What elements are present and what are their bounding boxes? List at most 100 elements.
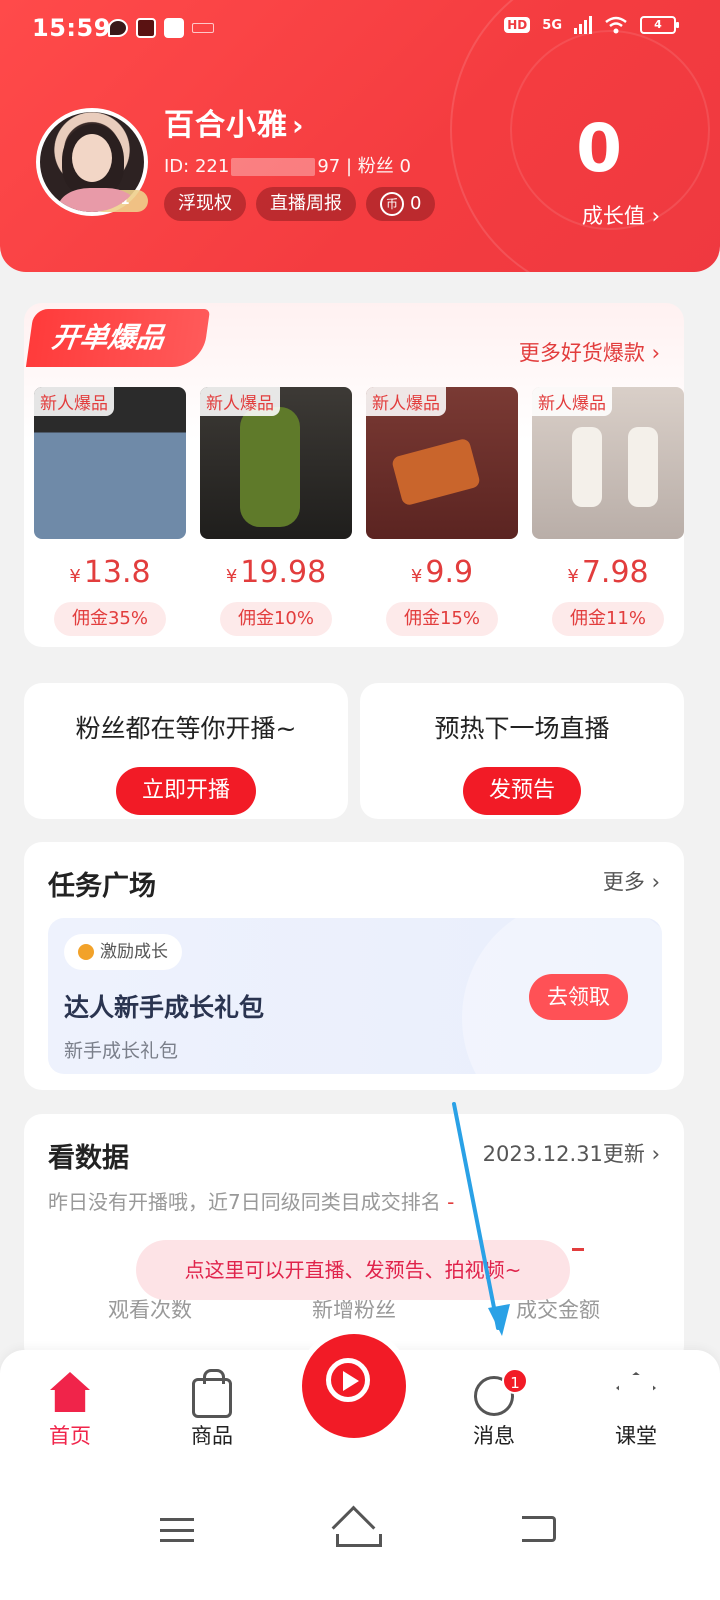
task-more-label: 更多: [602, 870, 645, 894]
nav-messages[interactable]: 消息: [444, 1372, 544, 1450]
claim-button[interactable]: 去领取: [529, 974, 628, 1020]
task-category-pill: 激励成长: [64, 934, 182, 970]
chevron-right-icon: ›: [644, 870, 660, 894]
hot-products-card: 开单爆品 更多好货爆款 › 新人爆品 ¥13.8 佣金35% 新人爆品 ¥19.…: [24, 303, 684, 647]
data-subtitle: 昨日没有开播哦，近7日同级同类目成交排名 -: [48, 1186, 454, 1215]
product-badge: 新人爆品: [200, 387, 280, 416]
product-image: 新人爆品: [366, 387, 518, 539]
publish-preview-button[interactable]: 发预告: [462, 767, 581, 815]
tag-float-right[interactable]: 浮现权: [164, 187, 246, 221]
status-bar: 15:59 HD 5G 4: [0, 0, 720, 60]
notification-icons: [108, 18, 214, 38]
profile-tags: 浮现权 直播周报 币0: [164, 187, 436, 221]
avatar[interactable]: [36, 108, 148, 216]
product-item[interactable]: 新人爆品 ¥13.8 佣金35%: [34, 387, 186, 636]
product-badge: 新人爆品: [366, 387, 446, 416]
product-price: ¥19.98: [200, 555, 352, 590]
back-icon[interactable]: [522, 1516, 556, 1542]
profile-id-prefix: ID: 221: [164, 156, 230, 177]
medal-icon: [78, 944, 94, 960]
product-item[interactable]: 新人爆品 ¥7.98 佣金11%: [532, 387, 684, 636]
preview-tile: 预热下一场直播 发预告: [360, 683, 684, 819]
task-item[interactable]: 激励成长 达人新手成长礼包 新手成长礼包 去领取: [48, 918, 662, 1074]
growth-label: 成长值: [581, 204, 645, 228]
product-image: 新人爆品: [532, 387, 684, 539]
nav-home[interactable]: 首页: [20, 1372, 120, 1450]
preview-text: 预热下一场直播: [434, 714, 610, 743]
nav-messages-label: 消息: [473, 1424, 515, 1448]
product-badge: 新人爆品: [532, 387, 612, 416]
currency-symbol: ¥: [567, 566, 579, 587]
product-item[interactable]: 新人爆品 ¥19.98 佣金10%: [200, 387, 352, 636]
status-time: 15:59: [32, 14, 111, 42]
more-products-link[interactable]: 更多好货爆款 ›: [519, 337, 660, 367]
nav-products-label: 商品: [191, 1424, 233, 1448]
coin-tag[interactable]: 币0: [366, 187, 436, 221]
data-card: 看数据 2023.12.31更新 › 昨日没有开播哦，近7日同级同类目成交排名 …: [24, 1114, 684, 1364]
profile-id-suffix: 97 | 粉丝 0: [317, 156, 411, 177]
chevron-right-icon: ›: [644, 204, 660, 228]
arrow-annotation-icon: [452, 1102, 510, 1336]
system-status-icons: HD 5G 4: [504, 16, 679, 34]
avatar-shirt: [58, 188, 138, 212]
coin-value: 0: [410, 193, 422, 214]
profile-header: 15:59 HD 5G 4 V1 百合小雅› ID: 22197 | 粉丝 0 …: [0, 0, 720, 272]
play-triangle-icon: [343, 1371, 359, 1391]
signal-icon: [574, 16, 592, 34]
battery-icon: 4: [640, 16, 679, 34]
app-notification-icon: [164, 18, 184, 38]
product-price: ¥7.98: [532, 555, 684, 590]
product-item[interactable]: 新人爆品 ¥9.9 佣金15%: [366, 387, 518, 636]
profile-name[interactable]: 百合小雅 ›: [164, 100, 305, 144]
nav-products[interactable]: 商品: [162, 1369, 262, 1450]
coin-icon: 币: [380, 192, 404, 216]
start-live-text: 粉丝都在等你开播~: [75, 714, 297, 743]
task-more-link[interactable]: 更多 ›: [603, 866, 660, 896]
more-products-label: 更多好货爆款: [518, 341, 645, 365]
chat-notification-icon: [108, 19, 128, 37]
shopping-bag-icon: [192, 1369, 232, 1418]
signal-label: 5G: [542, 17, 562, 33]
growth-link[interactable]: 成长值 ›: [582, 200, 660, 230]
currency-symbol: ¥: [410, 566, 423, 587]
product-price: ¥13.8: [34, 555, 186, 590]
commission-badge: 佣金10%: [220, 602, 332, 636]
commission-badge: 佣金35%: [54, 602, 166, 636]
message-count-badge: 1: [502, 1368, 528, 1394]
graduation-cap-icon: [616, 1372, 656, 1404]
nav-classroom[interactable]: 课堂: [586, 1372, 686, 1450]
mail-notification-icon: [136, 18, 156, 38]
price-value: 13.8: [83, 555, 151, 590]
task-square-card: 任务广场 更多 › 激励成长 达人新手成长礼包 新手成长礼包 去领取: [24, 842, 684, 1090]
commission-badge: 佣金11%: [552, 602, 664, 636]
app-notification-icon: [192, 23, 214, 33]
live-center-button[interactable]: [296, 1328, 412, 1444]
metric-value-dash: [572, 1248, 584, 1251]
start-live-button[interactable]: 立即开播: [115, 767, 256, 815]
hot-products-title: 开单爆品: [25, 309, 211, 367]
home-icon: [50, 1372, 90, 1412]
nav-classroom-label: 课堂: [615, 1424, 657, 1448]
product-image: 新人爆品: [200, 387, 352, 539]
data-subtitle-text: 昨日没有开播哦，近7日同级同类目成交排名: [48, 1190, 441, 1214]
hd-icon: HD: [504, 17, 531, 33]
wifi-icon: [605, 16, 627, 34]
profile-name-text: 百合小雅: [164, 108, 288, 143]
system-home-icon[interactable]: [334, 1512, 382, 1547]
commission-badge: 佣金15%: [386, 602, 498, 636]
growth-value: 0: [576, 110, 622, 187]
currency-symbol: ¥: [225, 566, 238, 587]
menu-icon[interactable]: [160, 1518, 194, 1542]
task-subtitle: 新手成长礼包: [64, 1040, 179, 1062]
profile-id: ID: 221 97 | 粉丝 0: [164, 152, 411, 178]
nav-home-label: 首页: [49, 1424, 91, 1448]
redacted-id: [231, 158, 316, 176]
price-value: 9.9: [425, 555, 474, 590]
task-square-title: 任务广场: [48, 871, 156, 902]
task-category-label: 激励成长: [100, 942, 168, 962]
chevron-right-icon: ›: [644, 341, 660, 365]
system-nav-bar: [0, 1480, 720, 1600]
product-list: 新人爆品 ¥13.8 佣金35% 新人爆品 ¥19.98 佣金10% 新人爆品 …: [34, 387, 684, 636]
data-title: 看数据: [48, 1143, 129, 1174]
tag-live-weekly[interactable]: 直播周报: [256, 187, 356, 221]
